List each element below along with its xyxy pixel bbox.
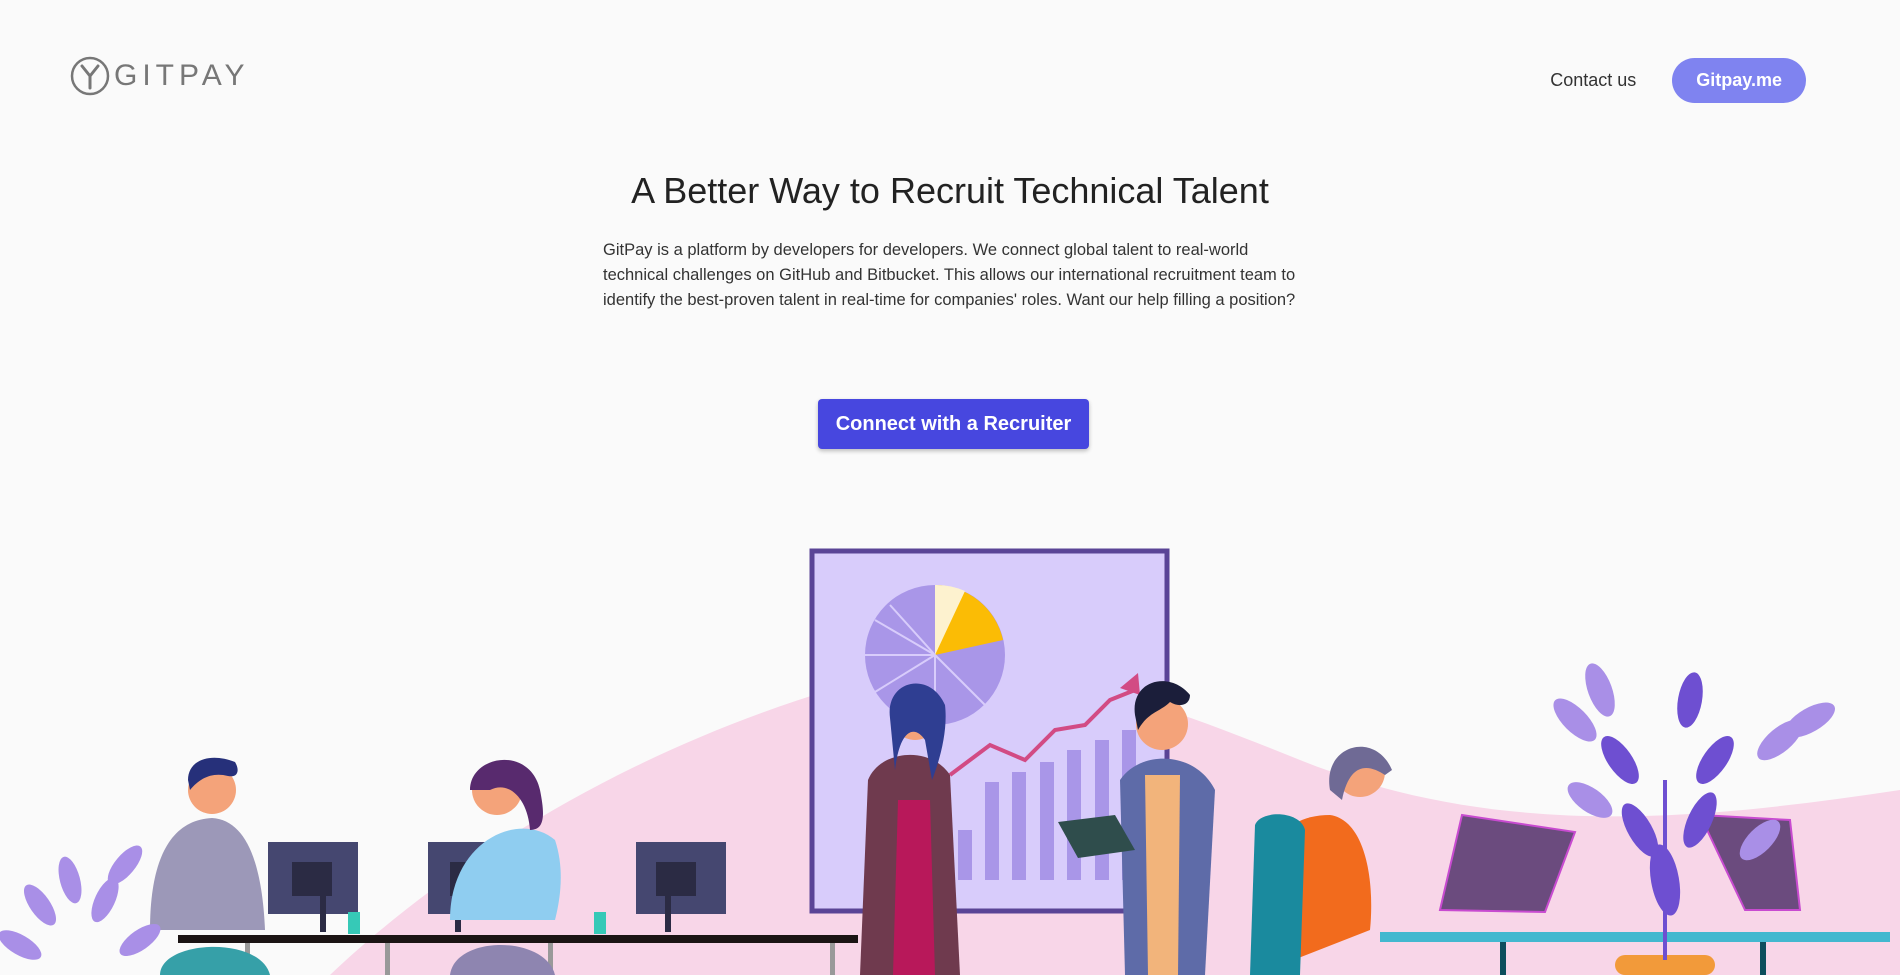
- hero-title: A Better Way to Recruit Technical Talent: [631, 170, 1269, 211]
- top-nav: Contact us Gitpay.me: [1550, 58, 1806, 103]
- gitpay-logo[interactable]: GITPAY: [70, 56, 250, 96]
- contact-us-link[interactable]: Contact us: [1550, 70, 1636, 91]
- hero-description: GitPay is a platform by developers for d…: [603, 241, 1296, 309]
- connect-with-recruiter-button[interactable]: Connect with a Recruiter: [818, 399, 1089, 449]
- site-header: GITPAY Contact us Gitpay.me: [0, 0, 1900, 160]
- gitpay-logo-mark-icon: [70, 56, 110, 96]
- office-team-illustration: [0, 548, 1900, 975]
- gitpay-me-button[interactable]: Gitpay.me: [1672, 58, 1806, 103]
- logo-text: GITPAY: [114, 59, 250, 92]
